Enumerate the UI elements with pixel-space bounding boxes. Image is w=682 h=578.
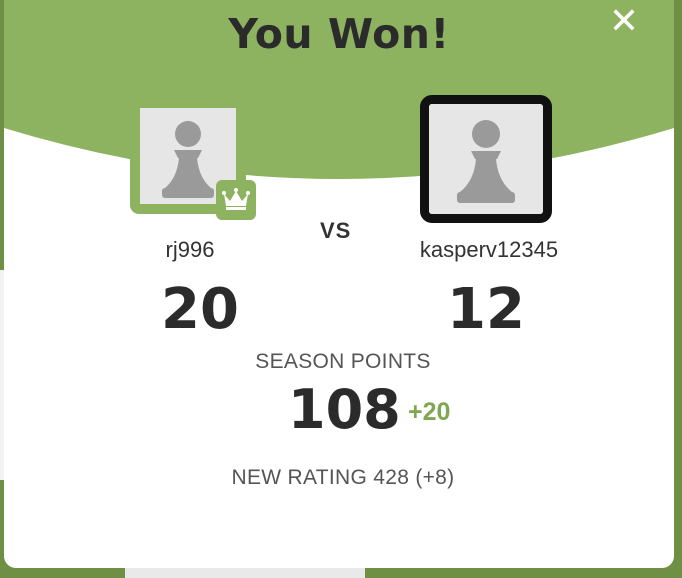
player-right-score: 12 — [447, 277, 525, 342]
player-right-avatar — [420, 95, 552, 223]
season-points-value: 108 — [288, 378, 401, 441]
player-left-name[interactable]: rj996 — [130, 237, 250, 263]
versus-label: VS — [320, 218, 352, 243]
modal-title: You Won! — [228, 10, 450, 58]
season-points-delta: +20 — [408, 398, 451, 426]
close-icon[interactable]: ✕ — [604, 2, 644, 42]
new-rating-text: NEW RATING 428 (+8) — [231, 466, 455, 489]
player-left-score: 20 — [161, 277, 239, 342]
pawn-icon — [429, 104, 543, 214]
player-right-name[interactable]: kasperv12345 — [384, 237, 594, 263]
crown-icon — [222, 188, 250, 210]
season-points-label: SEASON POINTS — [255, 350, 431, 373]
game-result-modal: You Won! ✕ VS rj996 kasperv12345 20 12 S… — [4, 0, 674, 568]
winner-badge — [216, 180, 256, 220]
background-board-bottom — [125, 568, 365, 578]
